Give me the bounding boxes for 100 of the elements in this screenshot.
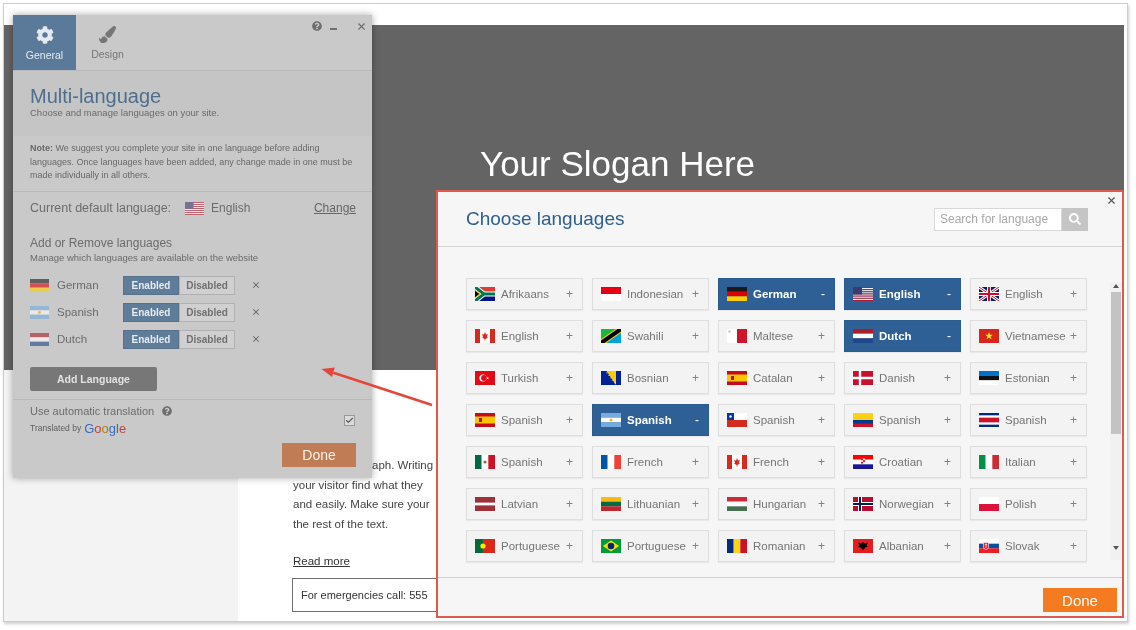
language-option[interactable]: Afrikaans + (466, 278, 583, 310)
language-option[interactable]: French + (592, 446, 709, 478)
flag-icon (601, 497, 621, 511)
toggle-sign: + (818, 455, 825, 469)
scroll-down-icon[interactable] (1113, 546, 1119, 550)
close-icon[interactable] (1106, 195, 1117, 206)
language-name: German (57, 279, 100, 291)
search-icon (1069, 213, 1081, 225)
language-option[interactable]: Albanian + (844, 530, 961, 562)
language-option[interactable]: Hungarian + (718, 488, 835, 520)
help-icon[interactable] (162, 406, 173, 416)
language-option[interactable]: Danish + (844, 362, 961, 394)
language-option[interactable]: Italian + (970, 446, 1087, 478)
language-option[interactable]: Slovak + (970, 530, 1087, 562)
flag-icon (601, 413, 621, 427)
language-option[interactable]: Latvian + (466, 488, 583, 520)
language-option[interactable]: English - (844, 278, 961, 310)
enable-button[interactable]: Enabled (123, 275, 179, 295)
language-option[interactable]: Catalan + (718, 362, 835, 394)
language-option[interactable]: Portuguese + (466, 530, 583, 562)
toggle-sign: + (566, 539, 573, 553)
toggle-sign: + (692, 371, 699, 385)
language-option[interactable]: Polish + (970, 488, 1087, 520)
panel-tab[interactable]: General (13, 15, 76, 70)
slogan-heading: Your Slogan Here (480, 144, 755, 184)
toggle-sign: + (944, 371, 951, 385)
toggle-sign: + (566, 455, 573, 469)
toggle-sign: + (1070, 413, 1077, 427)
language-option[interactable]: Croatian + (844, 446, 961, 478)
toggle-sign: + (692, 329, 699, 343)
disable-button[interactable]: Disabled (179, 302, 235, 322)
disable-button[interactable]: Disabled (179, 275, 235, 295)
language-option[interactable]: Spanish - (592, 404, 709, 436)
brush-icon (99, 26, 116, 43)
section-title: Add or Remove languages (30, 235, 173, 250)
flag-icon (853, 455, 873, 469)
close-icon[interactable] (356, 20, 367, 32)
language-option[interactable]: Indonesian + (592, 278, 709, 310)
flag-icon (979, 287, 999, 301)
add-language-button[interactable]: Add Language (30, 366, 157, 391)
language-option[interactable]: Spanish + (718, 404, 835, 436)
language-option[interactable]: Bosnian + (592, 362, 709, 394)
language-option[interactable]: Norwegian + (844, 488, 961, 520)
toggle-sign: + (944, 497, 951, 511)
flag-icon (727, 455, 747, 469)
flag-icon (601, 287, 621, 301)
language-option[interactable]: Spanish + (466, 404, 583, 436)
flag-icon (601, 539, 621, 553)
search-button[interactable] (1062, 207, 1088, 231)
default-language-label: Current default language: (30, 201, 172, 215)
checkbox[interactable] (344, 414, 355, 426)
language-option[interactable]: French + (718, 446, 835, 478)
flag-icon (727, 371, 747, 385)
flag-icon (601, 371, 621, 385)
google-logo: Google (84, 420, 127, 436)
help-icon[interactable] (312, 21, 322, 31)
language-option[interactable]: Maltese + (718, 320, 835, 352)
enable-button[interactable]: Enabled (123, 329, 179, 349)
language-option[interactable]: Spanish + (844, 404, 961, 436)
language-option[interactable]: Vietnamese + (970, 320, 1087, 352)
remove-icon[interactable] (251, 334, 261, 344)
language-option[interactable]: English + (970, 278, 1087, 310)
panel-tab[interactable]: Design (76, 15, 139, 70)
language-option[interactable]: Portuguese + (592, 530, 709, 562)
scroll-up-icon[interactable] (1113, 284, 1119, 288)
toggle-sign: - (947, 287, 951, 301)
done-button[interactable]: Done (1043, 588, 1117, 612)
language-option[interactable]: English + (466, 320, 583, 352)
change-link[interactable]: Change (313, 201, 356, 215)
toggle-sign: + (818, 371, 825, 385)
flag-icon (853, 413, 873, 427)
done-button[interactable]: Done (282, 443, 356, 467)
language-option[interactable]: Turkish + (466, 362, 583, 394)
gear-icon (35, 26, 54, 44)
language-option[interactable]: Lithuanian + (592, 488, 709, 520)
flag-icon (979, 329, 999, 343)
remove-icon[interactable] (251, 280, 261, 290)
language-option[interactable]: Spanish + (466, 446, 583, 478)
flag-icon (853, 497, 873, 511)
toggle-sign: + (818, 413, 825, 427)
flag-icon (853, 371, 873, 385)
enable-button[interactable]: Enabled (123, 302, 179, 322)
search-field[interactable]: Search for language (934, 207, 1062, 231)
language-option[interactable]: Romanian + (718, 530, 835, 562)
language-option[interactable]: Spanish + (970, 404, 1087, 436)
language-option[interactable]: Dutch - (844, 320, 961, 352)
language-option[interactable]: Estonian + (970, 362, 1087, 394)
scrollbar-thumb[interactable] (1111, 292, 1121, 434)
language-option[interactable]: Swahili + (592, 320, 709, 352)
toggle-sign: + (566, 371, 573, 385)
toggle-sign: + (1070, 329, 1077, 343)
disable-button[interactable]: Disabled (179, 329, 235, 349)
flag-icon (727, 413, 747, 427)
flag-icon (853, 287, 873, 301)
language-option[interactable]: German - (718, 278, 835, 310)
scrollbar-track[interactable] (1110, 282, 1122, 560)
remove-icon[interactable] (251, 307, 261, 317)
flag-icon (853, 539, 873, 553)
read-more-link[interactable]: Read more (293, 554, 350, 569)
language-name: Spanish (57, 306, 100, 318)
